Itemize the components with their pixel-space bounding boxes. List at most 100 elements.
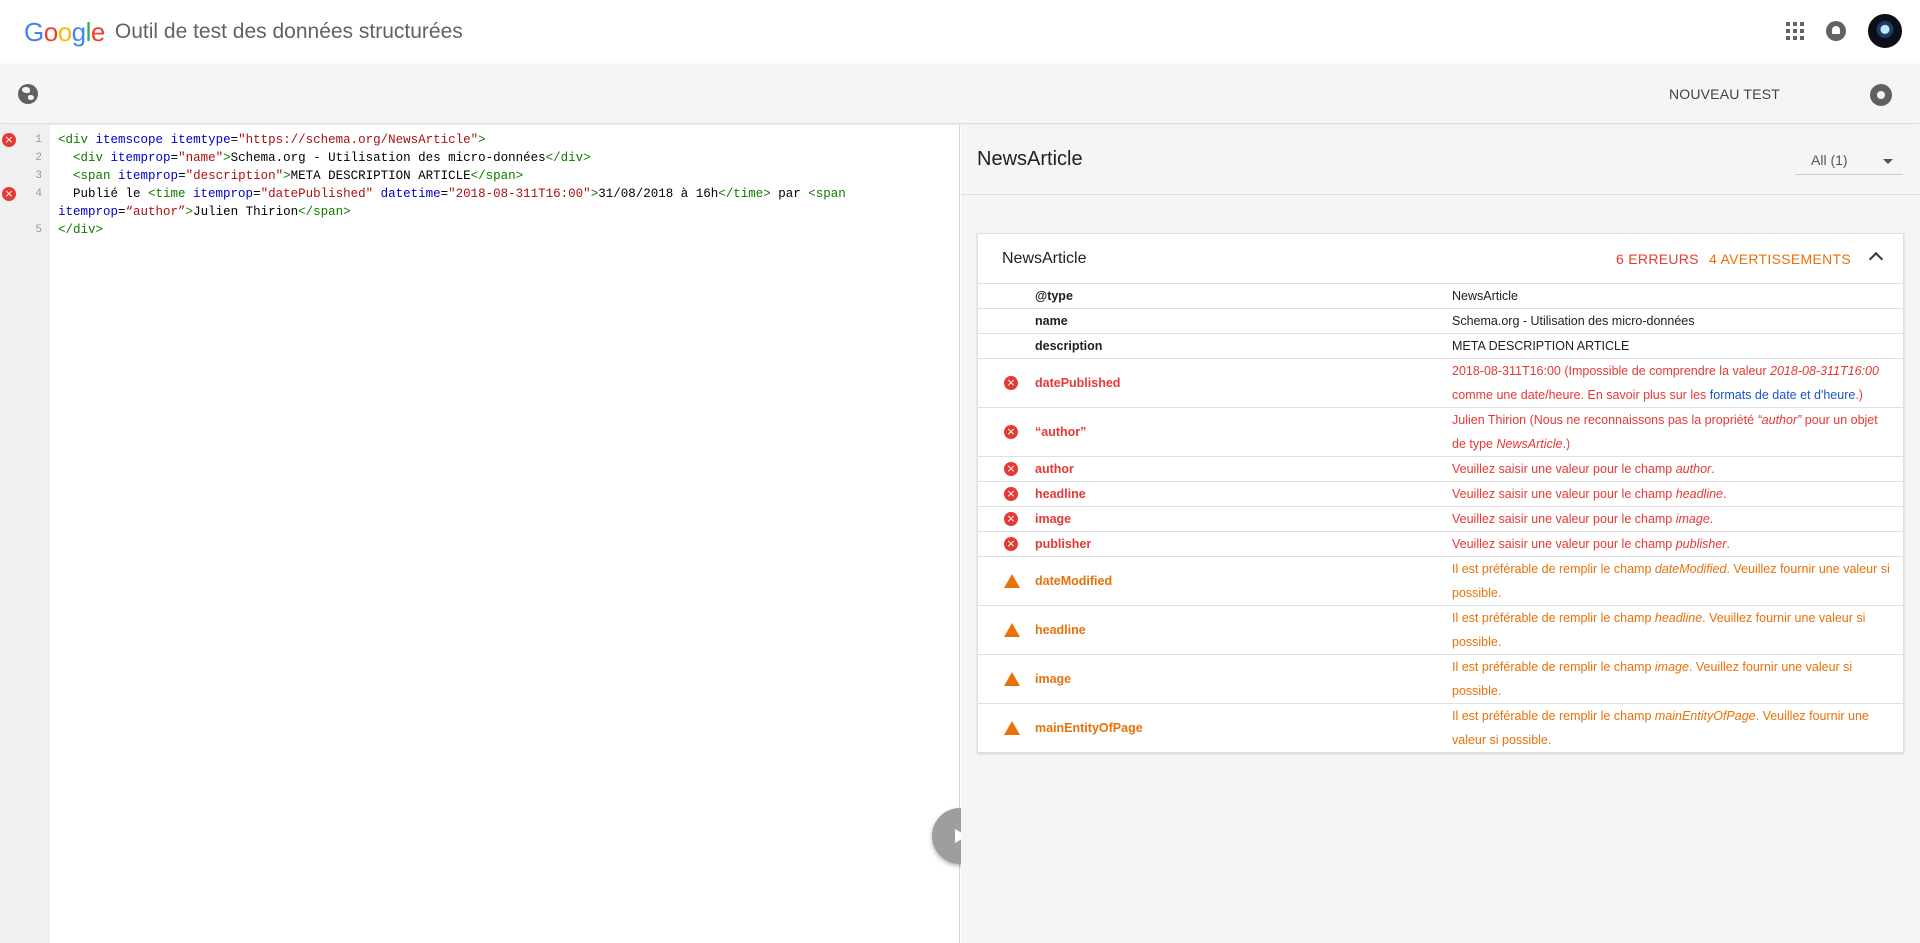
- property-row: name Schema.org - Utilisation des micro-d…: [978, 309, 1903, 334]
- property-row: × image Veuillez saisir une valeur pour le…: [978, 507, 1903, 532]
- line-number: 5: [35, 224, 42, 236]
- row-status: [978, 704, 1035, 752]
- warning-icon: [1004, 574, 1020, 588]
- property-value: Veuillez saisir une valeur pour le champ…: [1452, 537, 1730, 551]
- property-name: headline: [1035, 487, 1086, 501]
- warning-icon: [1004, 721, 1020, 735]
- property-name: datePublished: [1035, 376, 1121, 390]
- row-status: [978, 655, 1035, 703]
- property-value: Julien Thirion (Nous ne reconnaissons pa…: [1452, 413, 1878, 451]
- code-text: itemprop=“author”>Julien Thirion</span>: [58, 205, 351, 219]
- property-name: image: [1035, 672, 1072, 686]
- line-number: 2: [35, 152, 42, 164]
- results-pane: NewsArticle All (1) NewsArticle 6 ERREUR…: [961, 125, 1920, 943]
- logo-letter: G: [24, 16, 44, 47]
- error-icon: ×: [1004, 376, 1018, 390]
- row-status: ×: [978, 408, 1035, 456]
- row-status: [978, 309, 1035, 333]
- app-header: Google Outil de test des données structu…: [0, 0, 1920, 64]
- google-logo[interactable]: Google: [24, 17, 105, 48]
- code-line[interactable]: × 4 Publié le <time itemprop="datePublish…: [2, 185, 948, 203]
- apps-icon[interactable]: [1786, 22, 1804, 40]
- code-line[interactable]: 2 <div itemprop="name">Schema.org - Util…: [35, 149, 948, 167]
- new-test-button[interactable]: NOUVEAU TEST: [1669, 86, 1780, 102]
- code-text: </div>: [58, 223, 104, 237]
- property-name: publisher: [1035, 537, 1092, 551]
- error-icon: ×: [1004, 425, 1018, 439]
- error-icon: ×: [1004, 512, 1018, 526]
- property-row: image Il est préférable de remplir le cha…: [978, 655, 1903, 704]
- globe-icon[interactable]: [18, 84, 38, 104]
- row-status: ×: [978, 507, 1035, 531]
- errors-count[interactable]: 6 ERREURS: [1616, 251, 1699, 267]
- property-row: × publisher Veuillez saisir une valeur pou…: [978, 532, 1903, 557]
- property-name: name: [1035, 314, 1068, 328]
- property-value: Il est préférable de remplir le champ im…: [1452, 660, 1853, 698]
- property-name: @type: [1035, 289, 1073, 303]
- chevron-down-icon: [1883, 159, 1893, 164]
- result-card-title: NewsArticle: [1002, 250, 1087, 267]
- code-text: <div itemscope itemtype="https://schema.…: [58, 133, 486, 147]
- property-row: @type NewsArticle: [978, 284, 1903, 309]
- property-name: mainEntityOfPage: [1035, 721, 1143, 735]
- line-number: 4: [35, 188, 42, 200]
- code-line[interactable]: 5 </div>: [35, 221, 948, 239]
- results-title: NewsArticle: [977, 148, 1083, 170]
- row-status: [978, 557, 1035, 605]
- code-text: <span itemprop="description">META DESCRI…: [73, 169, 524, 183]
- logo-letter: e: [90, 16, 105, 47]
- row-status: [978, 284, 1035, 308]
- row-status: ×: [978, 532, 1035, 556]
- property-row: dateModified Il est préférable de remplir…: [978, 557, 1903, 606]
- code-text: <div itemprop="name">Schema.org - Utilis…: [73, 151, 591, 165]
- warnings-count[interactable]: 4 AVERTISSEMENTS: [1709, 251, 1851, 267]
- error-icon: ×: [1004, 487, 1018, 501]
- toolbar: NOUVEAU TEST: [0, 64, 1920, 124]
- type-filter-label: All (1): [1811, 152, 1848, 168]
- property-row: × headline Veuillez saisir une valeur pour…: [978, 482, 1903, 507]
- date-formats-link[interactable]: formats de date et d'heure: [1710, 388, 1856, 402]
- result-card: NewsArticle 6 ERREURS 4 AVERTISSEMENTS @…: [977, 233, 1904, 753]
- property-name: headline: [1035, 623, 1086, 637]
- property-value: Veuillez saisir une valeur pour le champ…: [1452, 462, 1715, 476]
- logo-letter: o: [57, 16, 72, 47]
- property-name: description: [1035, 339, 1103, 353]
- warning-icon: [1004, 672, 1020, 686]
- row-status: [978, 334, 1035, 358]
- property-row: × datePublished 2018-08-311T16:00 (Impossi…: [978, 359, 1903, 408]
- chevron-up-icon[interactable]: [1868, 251, 1884, 267]
- settings-icon[interactable]: [1870, 84, 1892, 106]
- property-value: Veuillez saisir une valeur pour le champ…: [1452, 512, 1714, 526]
- row-status: [978, 606, 1035, 654]
- code-line[interactable]: 3 <span itemprop="description">META DESC…: [35, 167, 948, 185]
- notifications-icon[interactable]: [1826, 21, 1846, 41]
- logo-letter: o: [43, 16, 58, 47]
- line-gutter: [0, 125, 50, 943]
- code-line[interactable]: itemprop=“author”>Julien Thirion</span>: [58, 203, 948, 221]
- line-number: 1: [35, 134, 42, 146]
- property-value: Schema.org - Utilisation des micro-donné…: [1452, 314, 1695, 328]
- property-value: Il est préférable de remplir le champ da…: [1452, 562, 1890, 600]
- app-title: Outil de test des données structurées: [114, 20, 463, 43]
- property-name: dateModified: [1035, 574, 1113, 588]
- property-value: 2018-08-311T16:00 (Impossible de compren…: [1452, 364, 1879, 402]
- code-line[interactable]: × 1 <div itemscope itemtype="https://schem…: [2, 131, 948, 149]
- row-status: ×: [978, 359, 1035, 407]
- property-row: headline Il est préférable de remplir le …: [978, 606, 1903, 655]
- code-content[interactable]: × 1 <div itemscope itemtype="https://schem…: [2, 131, 948, 239]
- row-status: ×: [978, 482, 1035, 506]
- property-name: author: [1035, 462, 1074, 476]
- property-row: × author Veuillez saisir une valeur pour l…: [978, 457, 1903, 482]
- line-number: 3: [35, 170, 42, 182]
- property-name: “author”: [1035, 425, 1087, 439]
- result-card-header[interactable]: NewsArticle 6 ERREURS 4 AVERTISSEMENTS: [978, 234, 1903, 284]
- code-editor[interactable]: × 1 <div itemscope itemtype="https://schem…: [0, 125, 960, 943]
- property-value: META DESCRIPTION ARTICLE: [1452, 339, 1630, 353]
- header-actions: [1786, 14, 1902, 48]
- error-icon: ×: [1004, 537, 1018, 551]
- warning-icon: [1004, 623, 1020, 637]
- property-value: NewsArticle: [1452, 289, 1518, 303]
- type-filter-dropdown[interactable]: All (1): [1795, 145, 1903, 175]
- row-status: ×: [978, 457, 1035, 481]
- avatar[interactable]: [1868, 14, 1902, 48]
